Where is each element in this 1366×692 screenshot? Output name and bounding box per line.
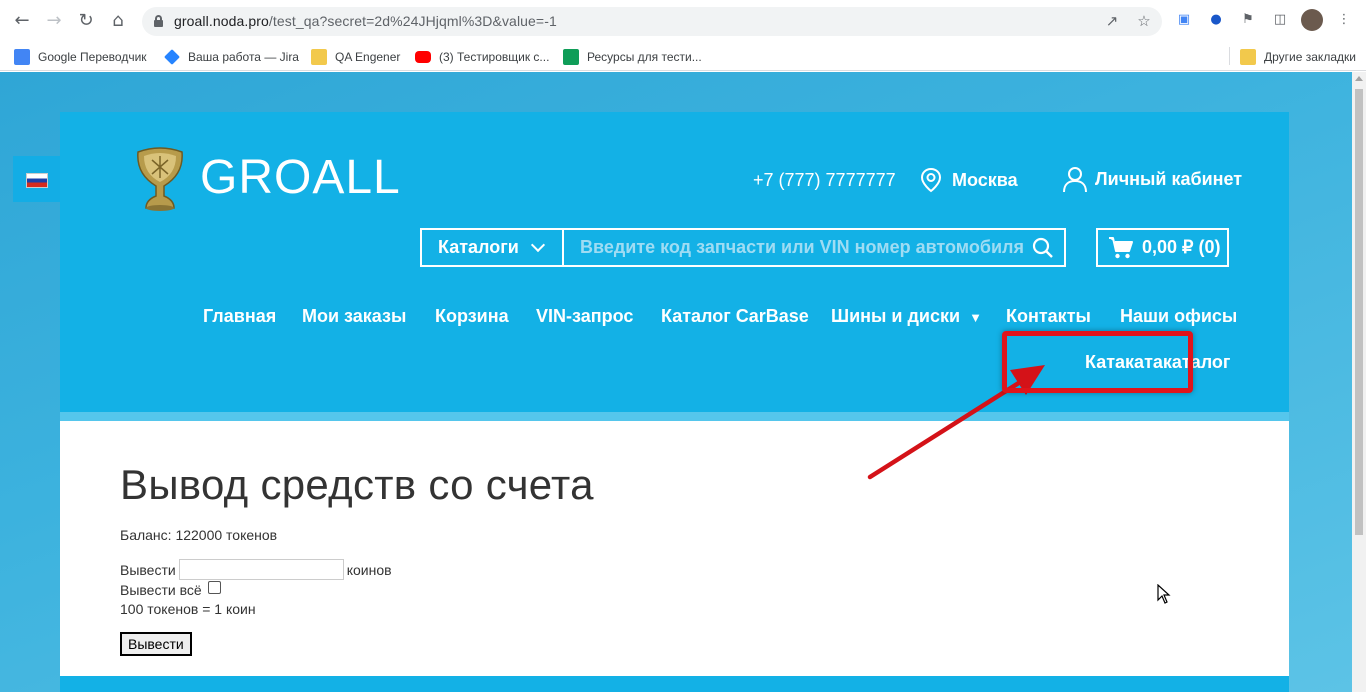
mouse-cursor-icon [1157, 584, 1171, 604]
menu-item-home[interactable]: Главная [203, 306, 276, 327]
search-button[interactable] [1024, 230, 1064, 265]
site-logo-text[interactable]: GROALL [200, 150, 401, 205]
page-title: Вывод средств со счета [120, 461, 594, 508]
city-selector[interactable]: Москва [920, 167, 1018, 193]
balance-text: Баланс: 122000 токенов [120, 527, 278, 543]
browser-toolbar: ← → ↻ ⌂ groall.noda.pro/test_qa?secret=2… [0, 0, 1366, 42]
caret-down-icon: ▼ [969, 310, 982, 325]
sheets-icon [563, 49, 579, 65]
user-icon [1063, 167, 1087, 193]
folder-icon [311, 49, 327, 65]
menu-item-label: Шины и диски [831, 306, 961, 326]
home-icon[interactable]: ⌂ [106, 9, 130, 33]
menu-item-offices[interactable]: Наши офисы [1120, 306, 1237, 327]
profile-avatar[interactable] [1301, 9, 1323, 31]
sidepanel-icon[interactable]: ◫ [1270, 10, 1290, 30]
star-icon[interactable]: ☆ [1134, 11, 1154, 31]
russia-flag-icon [26, 173, 48, 188]
bookmark-resources[interactable]: Ресурсы для тести... [563, 47, 702, 67]
bookmark-label: QA Engener [335, 50, 401, 64]
jira-icon [164, 49, 180, 65]
lock-icon [154, 15, 163, 27]
menu-item-tires-wheels[interactable]: Шины и диски ▼ [831, 306, 982, 327]
chevron-down-icon [530, 237, 545, 252]
forward-icon[interactable]: → [42, 9, 66, 33]
back-icon[interactable]: ← [10, 9, 34, 33]
header-stripe [60, 412, 1289, 421]
withdraw-submit-button[interactable]: Вывести [120, 632, 192, 656]
cabinet-label: Личный кабинет [1095, 168, 1243, 189]
url-host: groall.noda.pro [174, 13, 269, 29]
bookmark-youtube[interactable]: (3) Тестировщик с... [415, 47, 549, 67]
withdraw-all-checkbox[interactable] [207, 580, 221, 594]
extension-badge-icon[interactable]: ● [1206, 10, 1226, 30]
withdraw-unit: коинов [346, 561, 392, 578]
menu-item-cart[interactable]: Корзина [435, 306, 509, 327]
url-path: /test_qa?secret=2d%24JHjqml%3D&value=-1 [268, 13, 557, 29]
menu-item-carbase-catalog[interactable]: Каталог CarBase [661, 306, 809, 327]
bookmark-label: Другие закладки [1264, 50, 1356, 64]
city-label: Москва [952, 169, 1018, 190]
share-icon[interactable]: ↗ [1102, 11, 1122, 31]
translate-extension-icon[interactable]: ▣ [1174, 10, 1194, 30]
scrollbar-thumb[interactable] [1355, 89, 1363, 535]
withdraw-all-row: Вывести всё [120, 580, 221, 598]
google-translate-icon [14, 49, 30, 65]
location-pin-icon [920, 167, 942, 193]
cart-button[interactable]: 0,00 ₽ (0) [1096, 228, 1229, 267]
withdraw-label: Вывести [120, 561, 176, 578]
annotation-highlight-box [1002, 331, 1193, 393]
language-switcher[interactable] [13, 156, 60, 202]
search-bar: Каталоги [420, 228, 1066, 267]
catalogs-dropdown[interactable]: Каталоги [422, 230, 564, 265]
menu-item-my-orders[interactable]: Мои заказы [302, 306, 406, 327]
web-page: GROALL +7 (777) 7777777 Москва Личный ка… [0, 72, 1352, 692]
bookmark-label: Google Переводчик [38, 50, 147, 64]
phone-number[interactable]: +7 (777) 7777777 [753, 170, 896, 191]
withdraw-row: Вывести коинов [120, 559, 392, 580]
bookmark-google-translate[interactable]: Google Переводчик [14, 47, 147, 67]
bookmark-other[interactable]: Другие закладки [1240, 47, 1356, 67]
menu-item-contacts[interactable]: Контакты [1006, 306, 1091, 327]
cup-logo-icon[interactable] [134, 146, 186, 212]
bookmarks-bar: Google Переводчик Ваша работа — Jira QA … [0, 42, 1366, 71]
page-scrollbar[interactable] [1352, 72, 1366, 692]
bookmark-jira[interactable]: Ваша работа — Jira [164, 47, 299, 67]
menu-item-vin-request[interactable]: VIN-запрос [536, 306, 633, 327]
personal-account-link[interactable]: Личный кабинет [1062, 165, 1242, 193]
withdraw-all-label: Вывести всё [120, 582, 202, 598]
bookmark-label: (3) Тестировщик с... [439, 50, 550, 64]
search-input[interactable] [564, 230, 1024, 265]
youtube-icon [415, 51, 431, 63]
cart-icon [1109, 236, 1133, 258]
menu-dots-icon[interactable]: ⋮ [1334, 10, 1354, 30]
withdraw-amount-input[interactable] [178, 559, 344, 580]
scroll-up-icon[interactable] [1355, 76, 1363, 81]
address-bar[interactable]: groall.noda.pro/test_qa?secret=2d%24JHjq… [142, 7, 1162, 36]
folder-icon [1240, 49, 1256, 65]
search-icon [1032, 237, 1053, 258]
url-text[interactable]: groall.noda.pro/test_qa?secret=2d%24JHjq… [174, 13, 557, 29]
puzzle-icon[interactable]: ⚑ [1238, 10, 1258, 30]
catalogs-label: Каталоги [438, 237, 519, 257]
bookmark-label: Ресурсы для тести... [587, 50, 702, 64]
cart-total: 0,00 ₽ (0) [1142, 237, 1221, 257]
bookmark-qa-engener[interactable]: QA Engener [311, 47, 400, 67]
bookmark-label: Ваша работа — Jira [188, 50, 299, 64]
exchange-rate-text: 100 токенов = 1 коин [120, 601, 256, 617]
footer-band [60, 676, 1289, 692]
reload-icon[interactable]: ↻ [74, 9, 98, 33]
main-content: Вывод средств со счета Баланс: 122000 то… [60, 421, 1289, 676]
bookmarks-separator [1229, 47, 1230, 65]
